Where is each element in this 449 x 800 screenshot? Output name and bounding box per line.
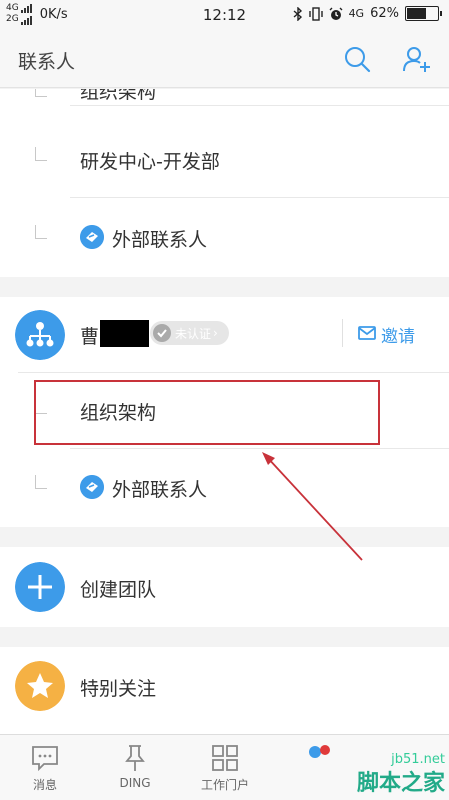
list-item-partial[interactable]: 组织架构 (80, 89, 156, 104)
divider (342, 319, 343, 347)
external-contact-icon (80, 475, 104, 499)
special-follow-label: 特别关注 (80, 678, 157, 700)
nav-label: 消息 (32, 778, 57, 792)
org-name[interactable]: 曹 (80, 322, 99, 349)
tree-branch (35, 147, 47, 161)
watermark: jb51.net 脚本之家 (357, 752, 445, 797)
redacted-name (100, 320, 149, 347)
contacts-icon (309, 745, 330, 758)
tree-branch (35, 89, 47, 97)
battery-percent: 62% (370, 6, 399, 21)
unverified-label: 未认证 (175, 326, 212, 341)
divider (70, 448, 449, 449)
alarm-icon (329, 7, 343, 20)
nav-messages[interactable]: 消息 (0, 735, 90, 800)
invite-button[interactable]: 邀请 (381, 322, 415, 347)
divider (18, 372, 449, 373)
create-team-label: 创建团队 (80, 579, 157, 601)
nav-work-portal[interactable]: 工作门户 (180, 735, 270, 800)
vibrate-icon (308, 6, 323, 21)
pin-icon (125, 745, 145, 771)
divider (70, 197, 449, 198)
watermark-text: 脚本之家 (356, 771, 445, 796)
tree-branch (35, 475, 47, 489)
status-icons: 4G 62% (293, 6, 442, 21)
star-icon (15, 661, 65, 711)
divider (70, 105, 449, 106)
bluetooth-icon (293, 6, 302, 21)
nav-label: 工作门户 (200, 778, 249, 792)
external-contact-icon (80, 225, 104, 249)
page-title: 联系人 (18, 51, 76, 73)
chevron-right-icon: › (213, 326, 218, 340)
title-bar: 联系人 (0, 30, 449, 88)
org-section-1: 组织架构 研发中心-开发部 外部联系人 (0, 89, 449, 277)
unverified-badge[interactable]: 未认证 › (150, 321, 229, 345)
network-type-right: 4G (348, 7, 365, 20)
check-shield-icon (153, 324, 171, 342)
highlight-box (34, 380, 380, 445)
special-follow-row[interactable]: 特别关注 (0, 647, 449, 734)
grid-icon (212, 745, 238, 771)
message-icon (32, 746, 58, 772)
nav-contacts[interactable] (275, 735, 365, 800)
org-structure-icon (15, 310, 65, 360)
status-bar: 4G 2G 0K/s 12:12 4G 62% (0, 0, 449, 30)
mail-icon (358, 326, 376, 340)
tree-branch (35, 225, 47, 239)
plus-icon (15, 562, 65, 612)
list-item-external[interactable]: 外部联系人 (112, 225, 207, 252)
create-team-row[interactable]: 创建团队 (0, 547, 449, 627)
list-item-dept[interactable]: 研发中心-开发部 (80, 147, 220, 174)
battery-icon (405, 6, 442, 21)
nav-label: DING (119, 776, 151, 790)
nav-ding[interactable]: DING (90, 735, 180, 800)
list-item-external[interactable]: 外部联系人 (112, 475, 207, 502)
add-contact-icon[interactable] (402, 44, 432, 74)
search-icon[interactable] (342, 44, 372, 74)
